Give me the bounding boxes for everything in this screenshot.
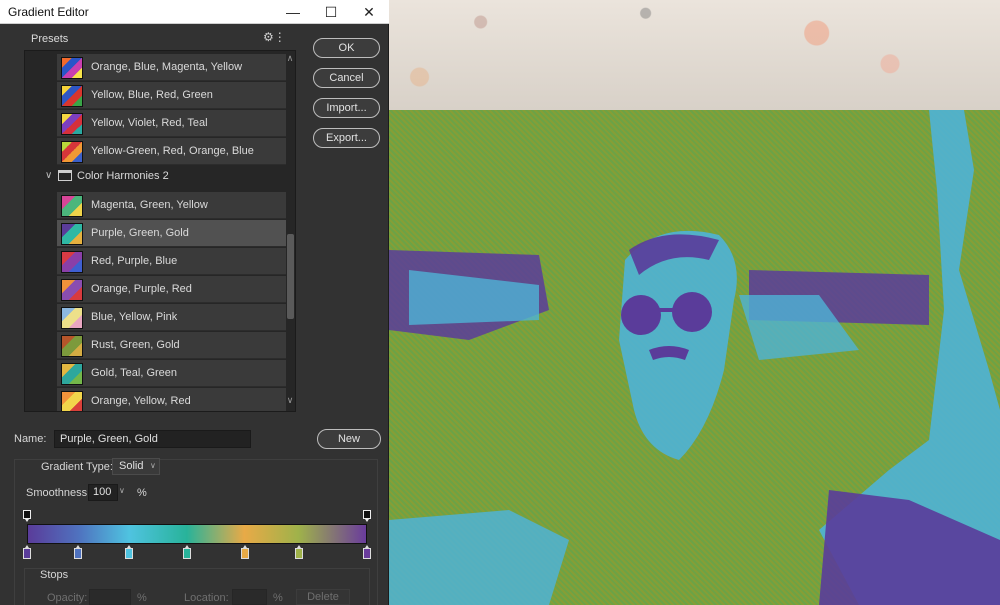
canvas-photo xyxy=(389,110,1000,605)
preset-label: Yellow, Blue, Red, Green xyxy=(91,89,213,101)
close-icon: ✕ xyxy=(363,3,375,20)
new-button[interactable]: New xyxy=(317,429,381,449)
delete-stop-button[interactable]: Delete xyxy=(296,589,350,605)
canvas-background-texture xyxy=(389,0,1000,110)
preset-item[interactable]: Rust, Green, Gold xyxy=(57,332,286,359)
import-button[interactable]: Import... xyxy=(313,98,380,118)
preset-label: Rust, Green, Gold xyxy=(91,339,180,351)
preset-swatch xyxy=(61,195,83,217)
location-input[interactable] xyxy=(232,589,267,605)
preset-folder[interactable]: ∨ Color Harmonies 2 xyxy=(39,167,286,189)
preset-swatch xyxy=(61,223,83,245)
close-button[interactable]: ✕ xyxy=(351,0,387,24)
preset-swatch xyxy=(61,363,83,385)
preset-label: Yellow, Violet, Red, Teal xyxy=(91,117,208,129)
minimize-icon: — xyxy=(286,4,300,20)
title-bar[interactable]: Gradient Editor — ☐ ✕ xyxy=(0,0,389,24)
preset-swatch xyxy=(61,251,83,273)
opacity-stop[interactable] xyxy=(23,510,31,522)
gradient-type-label: Gradient Type: xyxy=(41,461,113,473)
name-input[interactable]: Purple, Green, Gold xyxy=(54,430,251,448)
preset-label: Purple, Green, Gold xyxy=(91,227,189,239)
ok-button[interactable]: OK xyxy=(313,38,380,58)
cancel-button[interactable]: Cancel xyxy=(313,68,380,88)
window-title: Gradient Editor xyxy=(8,5,89,19)
preset-swatch xyxy=(61,307,83,329)
chevron-down-icon[interactable]: ∨ xyxy=(119,486,125,495)
photo-graphic xyxy=(389,110,1000,605)
preset-item[interactable]: Gold, Teal, Green xyxy=(57,360,286,387)
preset-item[interactable]: Yellow-Green, Red, Orange, Blue xyxy=(57,138,286,165)
location-unit: % xyxy=(273,592,283,604)
scroll-thumb[interactable] xyxy=(287,234,294,319)
name-label: Name: xyxy=(14,433,47,445)
color-stop[interactable] xyxy=(182,545,191,559)
preset-item[interactable]: Orange, Yellow, Red xyxy=(57,388,286,411)
preset-swatch xyxy=(61,335,83,357)
opacity-unit: % xyxy=(137,592,147,604)
location-label: Location: xyxy=(184,592,229,604)
preset-swatch xyxy=(61,85,83,107)
chevron-up-icon[interactable]: ∧ xyxy=(285,53,295,64)
preset-item[interactable]: Magenta, Green, Yellow xyxy=(57,192,286,219)
preset-item[interactable]: Orange, Purple, Red xyxy=(57,276,286,303)
color-stop[interactable] xyxy=(240,545,249,559)
preset-label: Gold, Teal, Green xyxy=(91,367,178,379)
preset-label: Red, Purple, Blue xyxy=(91,255,178,267)
preset-label: Orange, Yellow, Red xyxy=(91,395,191,407)
preset-label: Magenta, Green, Yellow xyxy=(91,199,208,211)
preset-label: Yellow-Green, Red, Orange, Blue xyxy=(91,145,254,157)
opacity-input[interactable] xyxy=(89,589,131,605)
export-button[interactable]: Export... xyxy=(313,128,380,148)
presets-scrollbar[interactable]: ∧ ∨ xyxy=(284,51,295,411)
maximize-button[interactable]: ☐ xyxy=(313,0,349,24)
preset-label: Orange, Blue, Magenta, Yellow xyxy=(91,61,243,73)
folder-icon xyxy=(58,170,72,181)
preset-item-selected[interactable]: Purple, Green, Gold xyxy=(57,220,286,247)
presets-list[interactable]: Orange, Blue, Magenta, Yellow Yellow, Bl… xyxy=(24,50,296,412)
preset-label: Orange, Purple, Red xyxy=(91,283,192,295)
color-stop[interactable] xyxy=(74,545,82,559)
preset-item[interactable]: Red, Purple, Blue xyxy=(57,248,286,275)
preset-swatch xyxy=(61,391,83,411)
preset-item[interactable]: Yellow, Violet, Red, Teal xyxy=(57,110,286,137)
smoothness-unit: % xyxy=(137,487,147,499)
stops-label: Stops xyxy=(40,569,69,581)
color-stop[interactable] xyxy=(295,545,303,559)
gear-icon[interactable]: ⚙⋮ xyxy=(263,30,286,44)
maximize-icon: ☐ xyxy=(324,3,338,20)
opacity-stop[interactable] xyxy=(363,510,371,522)
smoothness-label: Smoothness: xyxy=(26,487,91,499)
minimize-button[interactable]: — xyxy=(275,0,311,24)
chevron-down-icon[interactable]: ∨ xyxy=(45,170,52,181)
gradient-preview-bar[interactable] xyxy=(27,524,367,544)
chevron-down-icon[interactable]: ∨ xyxy=(150,461,156,470)
preset-swatch xyxy=(61,113,83,135)
preset-label: Blue, Yellow, Pink xyxy=(91,311,178,323)
chevron-down-icon[interactable]: ∨ xyxy=(285,395,295,406)
smoothness-input[interactable]: 100 xyxy=(88,484,118,501)
gradient-editor-dialog: Gradient Editor — ☐ ✕ Presets ⚙⋮ Orange,… xyxy=(0,0,389,605)
document-canvas xyxy=(389,0,1000,605)
preset-item[interactable]: Blue, Yellow, Pink xyxy=(57,304,286,331)
color-stop[interactable] xyxy=(363,545,371,559)
presets-label: Presets xyxy=(31,33,69,45)
folder-label: Color Harmonies 2 xyxy=(77,170,169,182)
color-stop[interactable] xyxy=(125,545,133,559)
preset-item[interactable]: Yellow, Blue, Red, Green xyxy=(57,82,286,109)
opacity-label: Opacity: xyxy=(47,592,88,604)
preset-swatch xyxy=(61,279,83,301)
preset-swatch xyxy=(61,141,83,163)
color-stop[interactable] xyxy=(23,545,31,559)
preset-item[interactable]: Orange, Blue, Magenta, Yellow xyxy=(57,54,286,81)
preset-swatch xyxy=(61,57,83,79)
